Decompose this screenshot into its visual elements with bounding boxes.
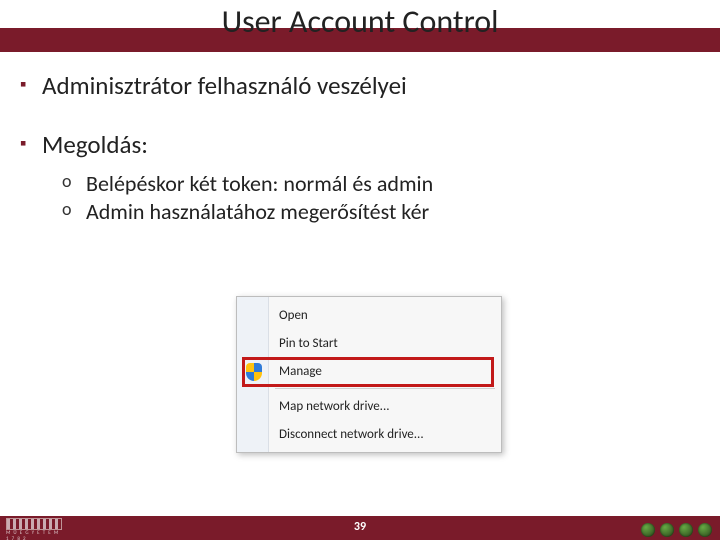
page-title: User Account Control bbox=[0, 0, 720, 41]
uac-shield-icon bbox=[246, 363, 262, 381]
title-bar: User Account Control bbox=[0, 0, 720, 56]
badge-icon bbox=[679, 523, 693, 537]
context-menu-screenshot: Open Pin to Start Manage Map network dri… bbox=[236, 296, 502, 453]
bullet-solution-label: Megoldás: bbox=[42, 129, 148, 160]
menu-item-disconnect: Disconnect network drive... bbox=[269, 420, 501, 448]
menu-item-open: Open bbox=[269, 301, 501, 329]
bullet-admin-risk: Adminisztrátor felhasználó veszélyei bbox=[20, 70, 700, 101]
subbullet-two-tokens: Belépéskor két token: normál és admin bbox=[62, 170, 700, 198]
badge-icon bbox=[698, 523, 712, 537]
badge-icon bbox=[641, 523, 655, 537]
footer-logo: M Ű E G Y E T E M 1 7 8 2 bbox=[6, 518, 62, 538]
menu-item-manage: Manage bbox=[269, 357, 501, 385]
footer-badges bbox=[641, 523, 712, 537]
subbullet-confirm: Admin használatához megerősítést kér bbox=[62, 198, 700, 226]
bullet-solution: Megoldás: Belépéskor két token: normál é… bbox=[20, 129, 700, 225]
page-number: 39 bbox=[0, 520, 720, 534]
menu-item-map: Map network drive... bbox=[269, 392, 501, 420]
content-area: Adminisztrátor felhasználó veszélyei Meg… bbox=[0, 56, 720, 225]
badge-icon bbox=[660, 523, 674, 537]
menu-item-pin: Pin to Start bbox=[269, 329, 501, 357]
